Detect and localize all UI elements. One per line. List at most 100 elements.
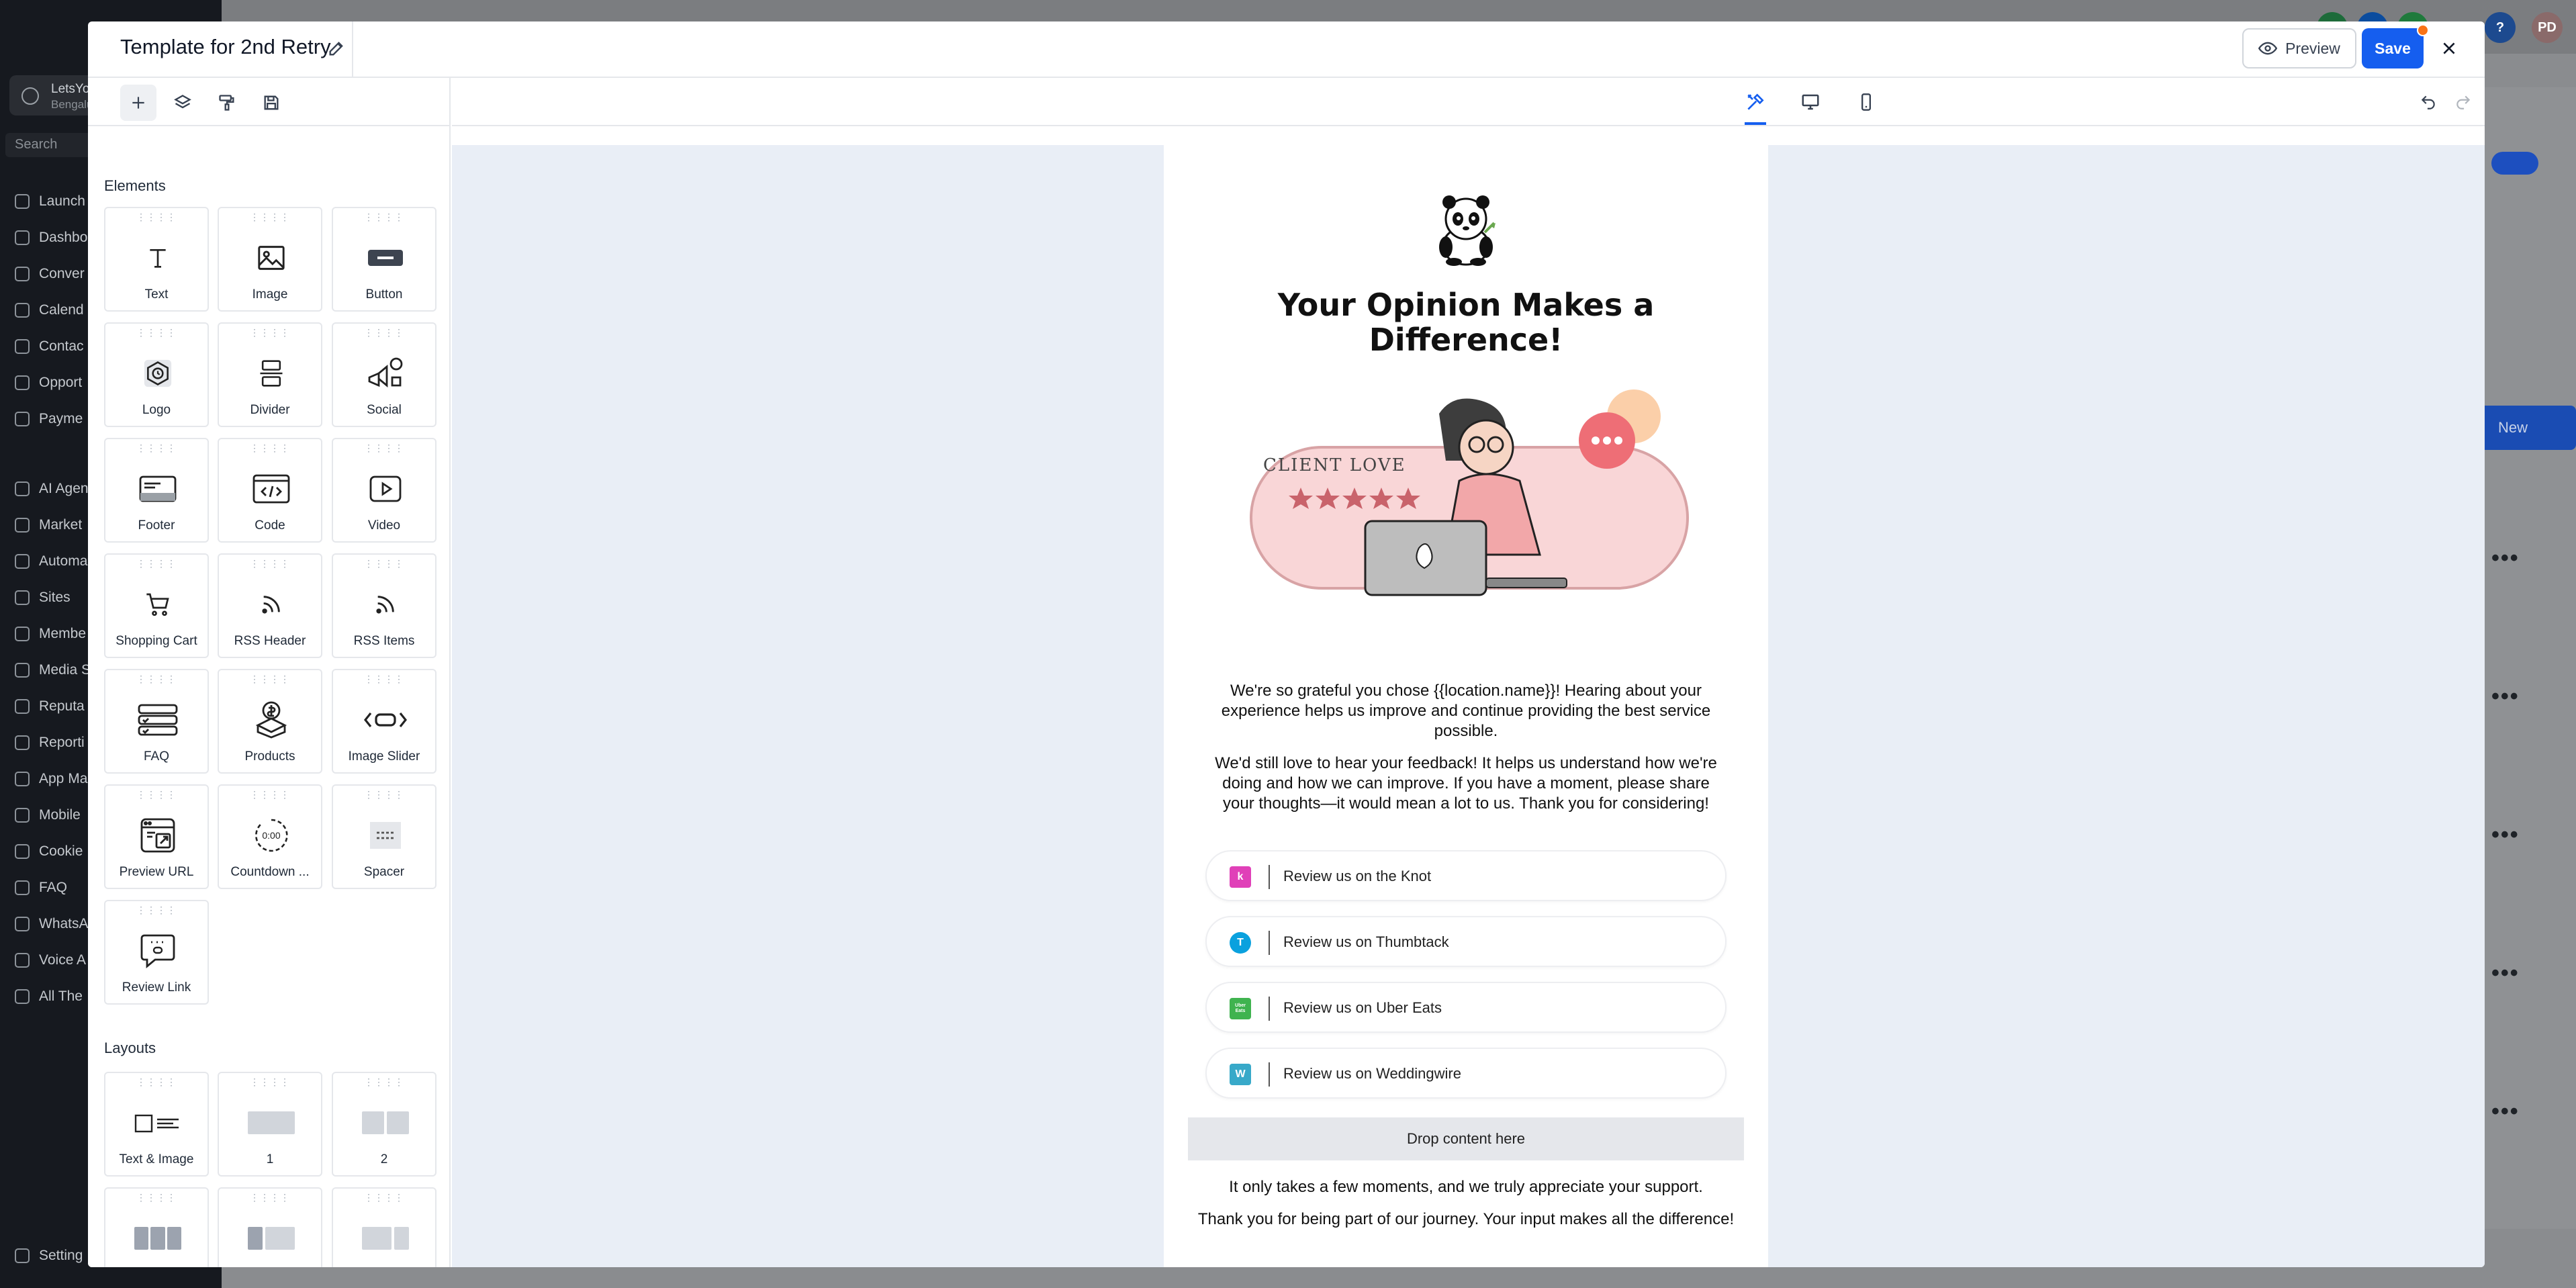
nav-icon — [15, 663, 30, 678]
drag-handle-icon[interactable]: ⋮⋮⋮⋮ — [333, 328, 435, 337]
review-link-button[interactable]: k Review us on the Knot — [1205, 850, 1727, 901]
drag-handle-icon[interactable]: ⋮⋮⋮⋮ — [333, 790, 435, 799]
intro-line-2: experience helps us improve and continue… — [1221, 702, 1711, 720]
template-title: Template for 2nd Retry — [120, 35, 331, 58]
layout-tile-2[interactable]: ⋮⋮⋮⋮ 1 — [218, 1072, 322, 1177]
feedback-line-3: your thoughts—it would mean a lot to us.… — [1223, 794, 1709, 813]
drag-handle-icon[interactable]: ⋮⋮⋮⋮ — [219, 674, 321, 684]
drag-handle-icon[interactable]: ⋮⋮⋮⋮ — [105, 1193, 208, 1202]
rss-icon — [362, 584, 409, 625]
drag-handle-icon[interactable]: ⋮⋮⋮⋮ — [105, 559, 208, 568]
layout-tile-6[interactable]: ⋮⋮⋮⋮2/3 : 1/3 — [332, 1187, 436, 1267]
layout-tile-5[interactable]: ⋮⋮⋮⋮1/3 : 2/3 — [218, 1187, 322, 1267]
layout-tile-1[interactable]: ⋮⋮⋮⋮ Text & Image — [104, 1072, 209, 1177]
layers-tab[interactable] — [165, 85, 201, 121]
element-label: Preview URL — [119, 865, 194, 879]
close-icon[interactable] — [2436, 35, 2463, 62]
element-tile-products[interactable]: ⋮⋮⋮⋮ Products — [218, 669, 322, 774]
feedback-line-2: doing and how we can improve. If you hav… — [1222, 774, 1710, 792]
element-tile-logo[interactable]: ⋮⋮⋮⋮ Logo — [104, 322, 209, 427]
element-tile-divider[interactable]: ⋮⋮⋮⋮ Divider — [218, 322, 322, 427]
hero-illustration[interactable]: CLIENT LOVE — [1238, 387, 1694, 608]
drag-handle-icon[interactable]: ⋮⋮⋮⋮ — [219, 1077, 321, 1087]
redo-button[interactable] — [2451, 90, 2475, 114]
element-tile-preview-url[interactable]: ⋮⋮⋮⋮ Preview URL — [104, 784, 209, 889]
mobile-view-button[interactable] — [1849, 85, 1884, 120]
more-icon: ••• — [2491, 1099, 2520, 1124]
nav-icon — [15, 375, 30, 390]
email-headline[interactable]: Your Opinion Makes a Difference! — [1258, 287, 1674, 357]
sidebar-item-label: Voice A — [39, 952, 87, 968]
sidebar-item-label: Launch — [39, 193, 85, 209]
element-label: Footer — [138, 518, 175, 533]
drag-handle-icon[interactable]: ⋮⋮⋮⋮ — [105, 328, 208, 337]
drag-handle-icon[interactable]: ⋮⋮⋮⋮ — [333, 1193, 435, 1202]
drag-handle-icon[interactable]: ⋮⋮⋮⋮ — [333, 674, 435, 684]
element-tile-faq[interactable]: ⋮⋮⋮⋮ FAQ — [104, 669, 209, 774]
element-tile-rss-header[interactable]: ⋮⋮⋮⋮ RSS Header — [218, 553, 322, 658]
preview-label: Preview — [2285, 39, 2340, 57]
drag-handle-icon[interactable]: ⋮⋮⋮⋮ — [219, 212, 321, 222]
closing-line-2[interactable]: Thank you for being part of our journey.… — [1164, 1210, 1768, 1229]
text-icon — [134, 238, 181, 278]
drag-handle-icon[interactable]: ⋮⋮⋮⋮ — [105, 790, 208, 799]
drop-zone[interactable]: Drop content here — [1188, 1117, 1744, 1160]
element-tile-shopping-cart[interactable]: ⋮⋮⋮⋮ Shopping Cart — [104, 553, 209, 658]
element-tile-footer[interactable]: ⋮⋮⋮⋮ Footer — [104, 438, 209, 543]
review-link-button[interactable]: Uber Eats Review us on Uber Eats — [1205, 982, 1727, 1033]
element-tile-spacer[interactable]: ⋮⋮⋮⋮ Spacer — [332, 784, 436, 889]
saved-tab[interactable] — [253, 85, 289, 121]
preview-button[interactable]: Preview — [2242, 28, 2356, 68]
sidebar-item-label: AI Agen — [39, 481, 89, 496]
element-tile-video[interactable]: ⋮⋮⋮⋮ Video — [332, 438, 436, 543]
drag-handle-icon[interactable]: ⋮⋮⋮⋮ — [333, 1077, 435, 1087]
closing-line-1[interactable]: It only takes a few moments, and we trul… — [1164, 1178, 1768, 1197]
drag-handle-icon[interactable]: ⋮⋮⋮⋮ — [333, 212, 435, 222]
panda-logo[interactable] — [1432, 192, 1500, 266]
social-icon — [362, 353, 409, 394]
drag-handle-icon[interactable]: ⋮⋮⋮⋮ — [219, 443, 321, 453]
drag-handle-icon[interactable]: ⋮⋮⋮⋮ — [219, 1193, 321, 1202]
drag-handle-icon[interactable]: ⋮⋮⋮⋮ — [105, 1077, 208, 1087]
element-tile-image-slider[interactable]: ⋮⋮⋮⋮ Image Slider — [332, 669, 436, 774]
sidebar-item-label: Sites — [39, 590, 71, 605]
element-tile-image[interactable]: ⋮⋮⋮⋮ Image — [218, 207, 322, 312]
drag-handle-icon[interactable]: ⋮⋮⋮⋮ — [333, 559, 435, 568]
layout-tile-4[interactable]: ⋮⋮⋮⋮3 — [104, 1187, 209, 1267]
drag-handle-icon[interactable]: ⋮⋮⋮⋮ — [105, 212, 208, 222]
styles-tab[interactable] — [209, 85, 245, 121]
intro-paragraph[interactable]: We're so grateful you chose {{location.n… — [1204, 681, 1728, 741]
sidebar-item: WhatsA — [15, 913, 89, 935]
email-body[interactable]: Your Opinion Makes a Difference! CLIENT … — [1164, 145, 1768, 1267]
save-button[interactable]: Save — [2362, 28, 2424, 68]
element-tile-button[interactable]: ⋮⋮⋮⋮ Button — [332, 207, 436, 312]
faq-icon — [134, 700, 181, 740]
desktop-view-button[interactable] — [1793, 85, 1828, 120]
drag-handle-icon[interactable]: ⋮⋮⋮⋮ — [105, 443, 208, 453]
element-label: FAQ — [143, 749, 169, 764]
layout-label: 2 — [380, 1152, 388, 1166]
review-link-button[interactable]: W Review us on Weddingwire — [1205, 1048, 1727, 1099]
element-tile-code[interactable]: ⋮⋮⋮⋮ Code — [218, 438, 322, 543]
layout-tile-3[interactable]: ⋮⋮⋮⋮ 2 — [332, 1072, 436, 1177]
nav-icon — [15, 844, 30, 859]
drag-handle-icon[interactable]: ⋮⋮⋮⋮ — [219, 328, 321, 337]
review-link-button[interactable]: T Review us on Thumbtack — [1205, 916, 1727, 967]
element-tile-text[interactable]: ⋮⋮⋮⋮ Text — [104, 207, 209, 312]
drag-handle-icon[interactable]: ⋮⋮⋮⋮ — [105, 674, 208, 684]
nav-icon — [15, 917, 30, 931]
element-tile-countdown[interactable]: ⋮⋮⋮⋮ 0:00 Countdown ... — [218, 784, 322, 889]
drag-handle-icon[interactable]: ⋮⋮⋮⋮ — [333, 443, 435, 453]
review-divider — [1269, 1062, 1270, 1087]
element-tile-review-link[interactable]: ⋮⋮⋮⋮ Review Link — [104, 900, 209, 1005]
drag-handle-icon[interactable]: ⋮⋮⋮⋮ — [219, 559, 321, 568]
pencil-icon[interactable] — [323, 35, 350, 62]
feedback-paragraph[interactable]: We'd still love to hear your feedback! I… — [1204, 753, 1728, 814]
undo-button[interactable] — [2416, 90, 2440, 114]
drag-handle-icon[interactable]: ⋮⋮⋮⋮ — [219, 790, 321, 799]
drag-handle-icon[interactable]: ⋮⋮⋮⋮ — [105, 905, 208, 915]
add-elements-tab[interactable] — [120, 85, 156, 121]
element-tile-social[interactable]: ⋮⋮⋮⋮ Social — [332, 322, 436, 427]
editor-mode-button[interactable] — [1738, 85, 1773, 120]
element-tile-rss-items[interactable]: ⋮⋮⋮⋮ RSS Items — [332, 553, 436, 658]
